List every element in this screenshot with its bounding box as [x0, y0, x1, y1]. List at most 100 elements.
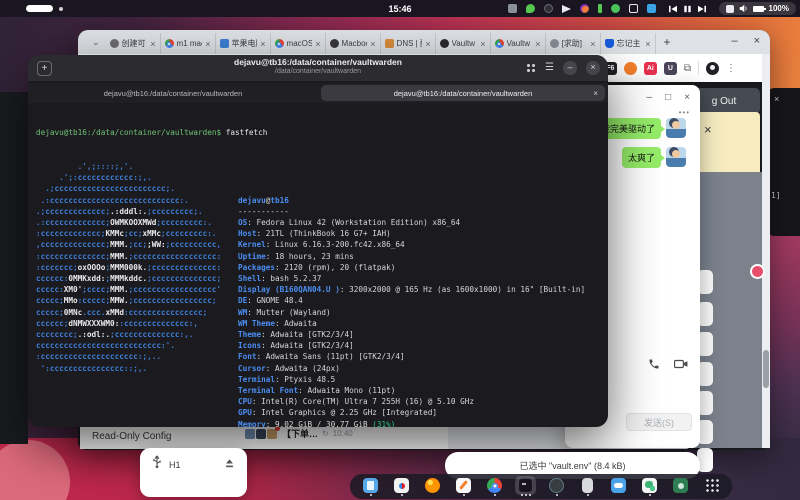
send-button[interactable]: 发送(S) — [626, 413, 692, 431]
fedora-ascii-logo: .',;::::;,'. .';:cccccccccccc:;,. .;cccc… — [36, 161, 221, 374]
dock-item-terminal[interactable] — [515, 476, 536, 497]
menu-icon[interactable]: ☰ — [545, 63, 554, 73]
dock-item-wechat[interactable] — [641, 476, 658, 497]
dock-item-software[interactable] — [393, 476, 410, 497]
eject-icon[interactable] — [224, 456, 235, 474]
browser-tab[interactable]: [求助] × — [546, 33, 601, 54]
browser-menu-icon[interactable]: ⋮ — [726, 63, 736, 74]
dark-app-icon[interactable] — [543, 4, 553, 13]
blue-app-icon[interactable] — [646, 4, 656, 13]
dock-item-files[interactable] — [362, 476, 379, 497]
chrome-favicon — [494, 39, 504, 48]
running-dots — [586, 494, 589, 496]
close-button[interactable]: × — [684, 92, 690, 103]
tab-overview-icon[interactable] — [526, 63, 537, 73]
dock-item-darkapp[interactable] — [548, 476, 565, 497]
minimize-button[interactable]: – — [731, 34, 737, 48]
fastfetch-info-line: Uptime: 18 hours, 23 mins — [238, 251, 354, 261]
maximize-button[interactable]: □ — [665, 92, 671, 103]
extension-icon[interactable]: U — [663, 61, 677, 75]
telegram-icon[interactable] — [561, 4, 571, 13]
toast-close-icon[interactable]: × — [704, 122, 712, 137]
chat-more-icon[interactable]: ••• — [679, 108, 690, 117]
gradient-app-icon[interactable] — [579, 4, 589, 13]
running-dots — [520, 494, 531, 496]
tab-close-icon[interactable]: × — [370, 39, 375, 49]
terminal-tab[interactable]: dejavu@tb16:/data/container/vaultwarden × — [321, 85, 605, 101]
tab-close-icon[interactable]: × — [593, 89, 598, 98]
dock-item-firefox[interactable] — [424, 476, 441, 497]
usb-icon — [152, 455, 162, 474]
browser-tab[interactable]: Vaultw × — [491, 33, 546, 54]
clipboard-icon[interactable] — [628, 4, 638, 13]
profile-avatar[interactable] — [706, 61, 719, 75]
close-button[interactable]: × — [754, 34, 760, 48]
dock-item-greencam[interactable] — [672, 476, 689, 497]
voice-call-icon[interactable] — [648, 357, 660, 375]
extension-icon[interactable]: Ai — [643, 61, 657, 75]
next-track-icon[interactable] — [697, 5, 706, 13]
pause-icon[interactable] — [683, 5, 691, 13]
chat-preview[interactable]: 【下单… ↻ 10:40 — [245, 425, 353, 440]
tab-close-icon[interactable]: × — [260, 39, 265, 49]
dock-item-chrome[interactable] — [486, 476, 503, 497]
terminal-header: + dejavu@tb16:/data/container/vaultwarde… — [28, 55, 608, 82]
close-button[interactable]: × — [586, 61, 600, 75]
scrollbar-handle[interactable] — [763, 350, 769, 388]
tab-close-icon[interactable]: × — [425, 39, 430, 49]
browser-tab[interactable]: Vaultw × — [436, 33, 491, 54]
darkapp-icon — [549, 478, 564, 493]
minimize-button[interactable]: – — [563, 61, 577, 75]
tab-close-icon[interactable]: × — [590, 39, 595, 49]
terminal-titles: dejavu@tb16:/data/container/vaultwarden … — [28, 57, 608, 75]
tab-close-icon[interactable]: × — [150, 39, 155, 49]
previous-track-icon[interactable] — [668, 5, 677, 13]
page-side-panel — [693, 172, 763, 472]
greencam-icon — [673, 478, 688, 493]
video-call-icon[interactable] — [674, 357, 688, 375]
dock — [350, 474, 732, 499]
tab-close-icon[interactable]: × — [645, 39, 650, 49]
green-app-icon[interactable] — [525, 4, 535, 13]
tab-search-chevron-icon[interactable]: ⌄ — [92, 37, 100, 48]
tab-close-icon[interactable]: × — [205, 39, 210, 49]
system-menu[interactable]: 100% — [718, 2, 796, 15]
browser-tab[interactable]: 苹果电脑× — [216, 33, 271, 54]
tab-label: [求助] — [561, 39, 582, 48]
green-dot-icon[interactable] — [610, 4, 620, 13]
minimize-button[interactable]: – — [647, 92, 653, 103]
dock-item-appgrid[interactable] — [703, 476, 720, 497]
green-bar-icon[interactable] — [597, 4, 602, 13]
extensions-puzzle-icon[interactable]: ⧉ — [684, 63, 691, 74]
chat-preview-label: 【下单… — [282, 429, 319, 439]
tab-close-icon[interactable]: × — [535, 39, 540, 49]
dock-item-editor[interactable] — [455, 476, 472, 497]
new-tab-button[interactable]: + — [664, 35, 671, 49]
tab-close-icon[interactable]: × — [315, 39, 320, 49]
site-dark-favicon — [329, 39, 339, 48]
browser-tab[interactable]: 忘记主 × — [601, 33, 656, 54]
terminal-body: dejavu@tb16:/data/container/vaultwarden$… — [36, 105, 606, 427]
terminal-title: dejavu@tb16:/data/container/vaultwarden — [234, 57, 402, 67]
browser-tab[interactable]: Macboo × — [326, 33, 381, 54]
browser-tab[interactable]: macOS × — [271, 33, 326, 54]
extension-icon[interactable] — [623, 61, 637, 75]
browser-tab[interactable]: DNS | 配× — [381, 33, 436, 54]
chrome-favicon — [164, 39, 174, 48]
browser-tab[interactable]: 创建可 × — [106, 33, 161, 54]
dock-item-device[interactable] — [579, 476, 596, 497]
software-icon — [394, 478, 409, 493]
keyboard-indicator-icon[interactable] — [507, 4, 517, 13]
terminal-subtitle: /data/container/vaultwarden — [275, 68, 361, 75]
tab-label: DNS | 配 — [396, 39, 423, 48]
page-scrollbar[interactable] — [762, 54, 770, 448]
prompt-line: dejavu@tb16:/data/container/vaultwarden$… — [36, 128, 268, 138]
battery-icon — [752, 5, 766, 12]
fastfetch-host-line: dejavu@tb16 — [238, 195, 289, 205]
close-icon[interactable]: × — [774, 94, 779, 104]
tab-close-icon[interactable]: × — [480, 39, 485, 49]
dock-item-cloud[interactable] — [610, 476, 627, 497]
terminal-tab[interactable]: dejavu@tb16:/data/container/vaultwarden — [31, 85, 315, 101]
ascii-line: ':cccccccccccccccc::;,. — [36, 363, 148, 373]
browser-tab[interactable]: m1 mac × — [161, 33, 216, 54]
